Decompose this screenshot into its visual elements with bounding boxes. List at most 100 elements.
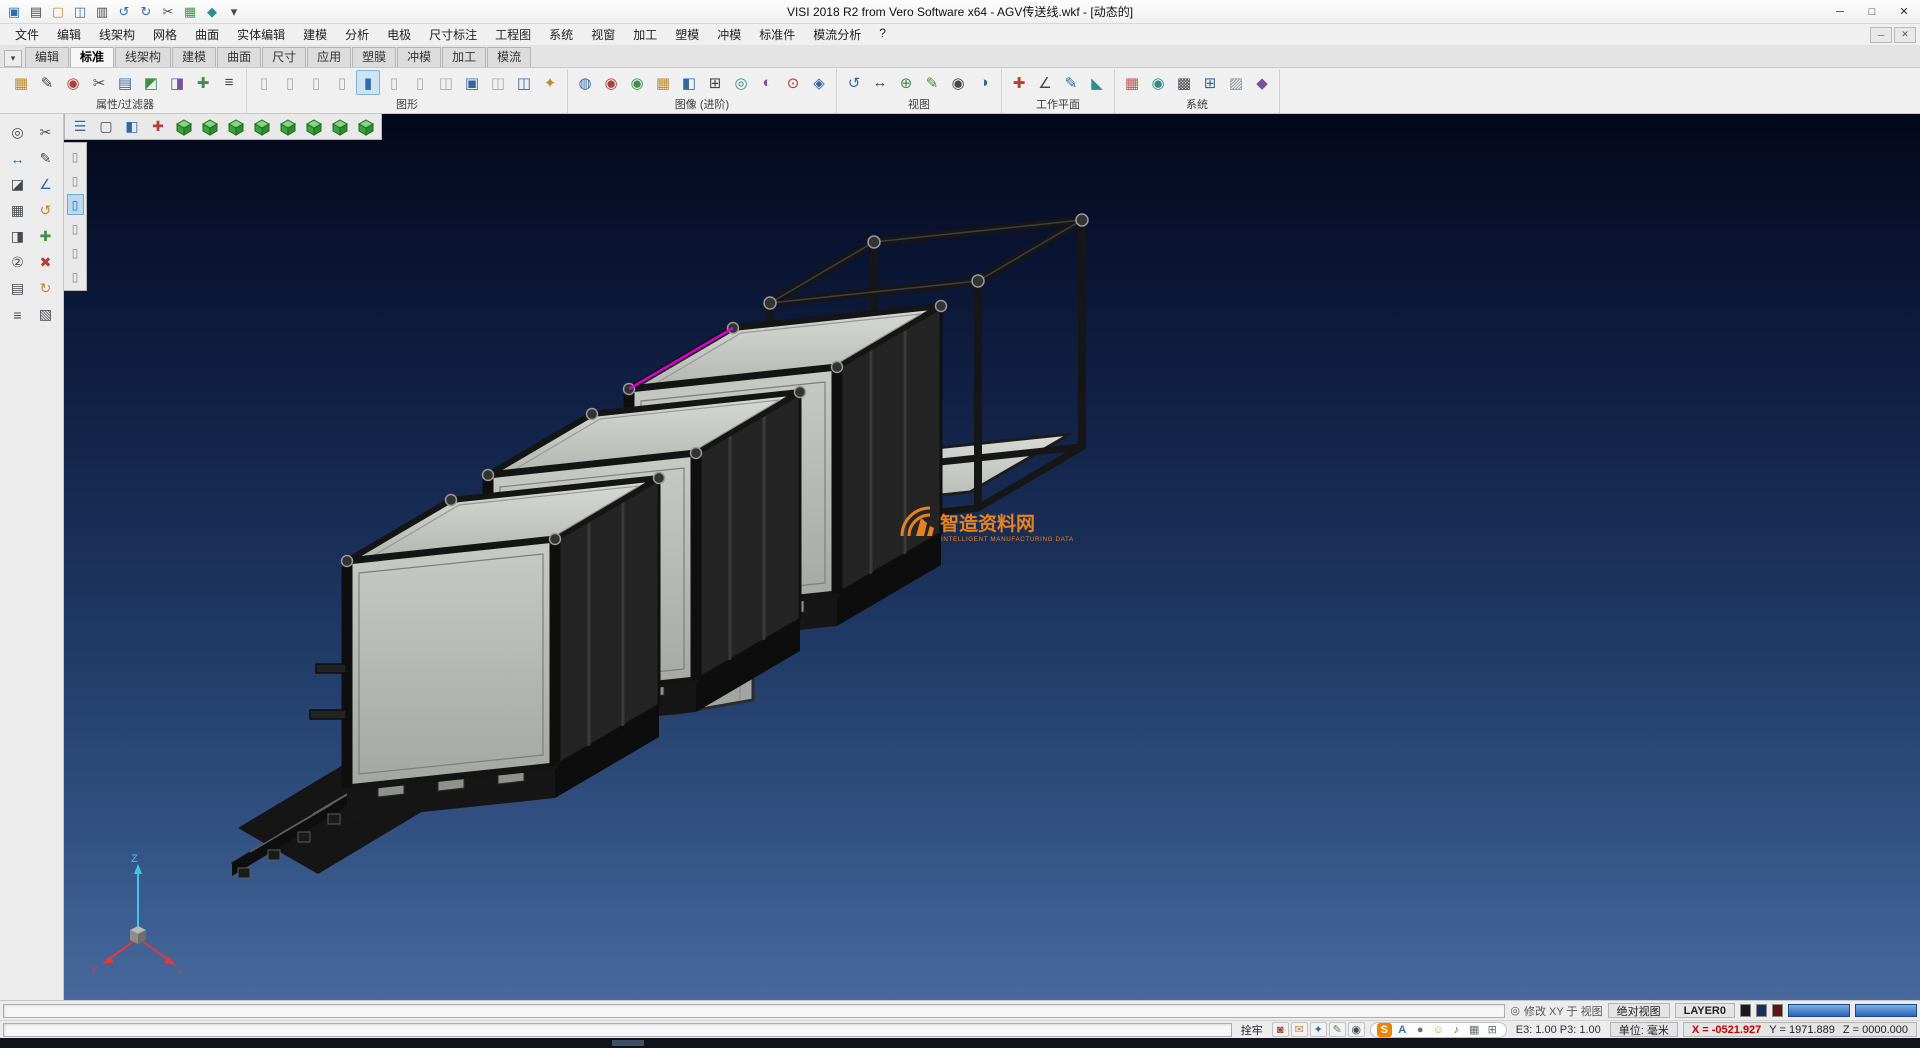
tab-machining[interactable]: 加工 [442,47,486,67]
system-grid-icon[interactable]: ⊞ [1198,70,1222,95]
ime-emoji-icon[interactable]: ☺ [1431,1023,1446,1037]
filter-surfaces-icon[interactable]: ▯ [67,194,84,215]
color-chip[interactable] [1740,1004,1751,1017]
new-file-icon[interactable]: ▤ [26,3,46,21]
mdi-close-button[interactable]: ✕ [1894,27,1916,43]
message-icon[interactable]: ✉ [1291,1022,1308,1037]
properties-icon[interactable]: ▦ [9,70,33,95]
prompt-field[interactable] [3,1023,1232,1037]
minimize-button[interactable]: ─ [1824,2,1856,22]
tab-application[interactable]: 应用 [307,47,351,67]
workplane-icon[interactable]: ◣ [1085,70,1109,95]
viewport-3d-scene[interactable]: Z x y 智造资料网 [64,114,1920,1000]
trim-icon[interactable]: ✂ [33,120,59,145]
color-chip[interactable] [1756,1004,1767,1017]
tab-surface[interactable]: 曲面 [217,47,261,67]
axes-view-icon[interactable]: ✚ [146,116,170,138]
workplane-edit-icon[interactable]: ✎ [1059,70,1083,95]
ime-logo-icon[interactable]: S [1377,1023,1392,1037]
layers-icon[interactable]: ☰ [68,116,92,138]
box-section-icon[interactable]: ◫ [486,70,510,95]
shade-mode-icon[interactable]: ◑ [972,70,996,95]
select-icon[interactable]: ◎ [5,120,31,145]
view-left-icon[interactable] [250,116,274,138]
add-filter-icon[interactable]: ✚ [191,70,215,95]
tab-die[interactable]: 冲模 [397,47,441,67]
clear-filter-icon[interactable]: ≡ [217,70,241,95]
target-render-icon[interactable]: ⊙ [781,70,805,95]
maximize-button[interactable]: □ [1856,2,1888,22]
menu-standard-parts[interactable]: 标准件 [750,24,804,45]
tab-mold[interactable]: 塑膜 [352,47,396,67]
rotate-view-icon[interactable]: ↺ [842,70,866,95]
view-front-icon[interactable] [198,116,222,138]
cylinder-flat-icon[interactable]: ▯ [382,70,406,95]
menu-mold[interactable]: 塑模 [666,24,708,45]
menu-analysis[interactable]: 分析 [336,24,378,45]
layer-filter-icon[interactable]: ◨ [165,70,189,95]
sketch-icon[interactable]: ✎ [33,146,59,171]
os-taskbar[interactable] [0,1038,1920,1048]
color-chip[interactable] [1772,1004,1783,1017]
list-icon[interactable]: ≡ [5,302,31,327]
attribute-table-icon[interactable]: ▤ [113,70,137,95]
menu-dimension[interactable]: 尺寸标注 [420,24,486,45]
print-icon[interactable]: ▥ [92,3,112,21]
cylinder-edges-icon[interactable]: ▯ [408,70,432,95]
view-dimetric-icon[interactable] [354,116,378,138]
filter-solids-icon[interactable]: ▯ [67,218,84,239]
redo-icon[interactable]: ↻ [136,3,156,21]
shade-icon[interactable]: ◨ [5,224,31,249]
tab-dimension[interactable]: 尺寸 [262,47,306,67]
tab-dropdown-icon[interactable]: ▾ [4,50,22,67]
ime-toolbox-icon[interactable]: ⊞ [1485,1023,1500,1037]
menu-file[interactable]: 文件 [6,24,48,45]
app-icon[interactable]: ▣ [4,3,24,21]
close-button[interactable]: ✕ [1888,2,1920,22]
home-icon[interactable]: ◆ [202,3,222,21]
ime-skin-icon[interactable]: ● [1413,1023,1428,1037]
cut-filter-icon[interactable]: ✂ [87,70,111,95]
ime-lang-icon[interactable]: A [1395,1023,1410,1037]
save-icon[interactable]: ◫ [70,3,90,21]
delete-icon[interactable]: ✖ [33,250,59,275]
pattern-icon[interactable]: ▨ [1224,70,1248,95]
filter-points-icon[interactable]: ▯ [67,146,84,167]
menu-solid-edit[interactable]: 实体编辑 [228,24,294,45]
view-mode-button[interactable]: 绝对视图 [1608,1003,1670,1018]
add-entity-icon[interactable]: ✚ [33,224,59,249]
hatch-icon[interactable]: ▧ [33,302,59,327]
menu-system[interactable]: 系统 [540,24,582,45]
view-iso-icon[interactable] [172,116,196,138]
magnet-icon[interactable]: ✦ [1310,1022,1327,1037]
menu-die[interactable]: 冲模 [708,24,750,45]
view-bottom-icon[interactable] [328,116,352,138]
tab-modeling[interactable]: 建模 [172,47,216,67]
undo-icon[interactable]: ↺ [33,198,59,223]
menu-drawing[interactable]: 工程图 [486,24,540,45]
color-filter-icon[interactable]: ◩ [139,70,163,95]
cut-icon[interactable]: ✂ [158,3,178,21]
conveyor-module-1[interactable] [310,473,665,821]
render-icon[interactable]: ◍ [573,70,597,95]
grid-view-icon[interactable]: ⊞ [703,70,727,95]
tab-edit[interactable]: 编辑 [25,47,69,67]
viewport[interactable]: Z x y 智造资料网 [64,114,1920,1000]
texture-icon[interactable]: ▦ [651,70,675,95]
view-edit-icon[interactable]: ✎ [920,70,944,95]
view-top-icon[interactable] [302,116,326,138]
eye-icon[interactable]: ◉ [946,70,970,95]
menu-surface[interactable]: 曲面 [186,24,228,45]
calculator-icon[interactable]: ▩ [1172,70,1196,95]
box-solid-icon[interactable]: ▣ [460,70,484,95]
menu-modeling[interactable]: 建模 [294,24,336,45]
edit-mode-icon[interactable]: ✎ [1329,1022,1346,1037]
selection-filter-icon[interactable]: ◉ [61,70,85,95]
move-icon[interactable]: ↔ [5,146,31,171]
message-field[interactable] [3,1004,1505,1018]
menu-wireframe[interactable]: 线架构 [90,24,144,45]
menu-moldflow[interactable]: 模流分析 [804,24,870,45]
globe-icon[interactable]: ◉ [1146,70,1170,95]
menu-edit[interactable]: 编辑 [48,24,90,45]
grid-snap-icon[interactable]: ▦ [5,198,31,223]
